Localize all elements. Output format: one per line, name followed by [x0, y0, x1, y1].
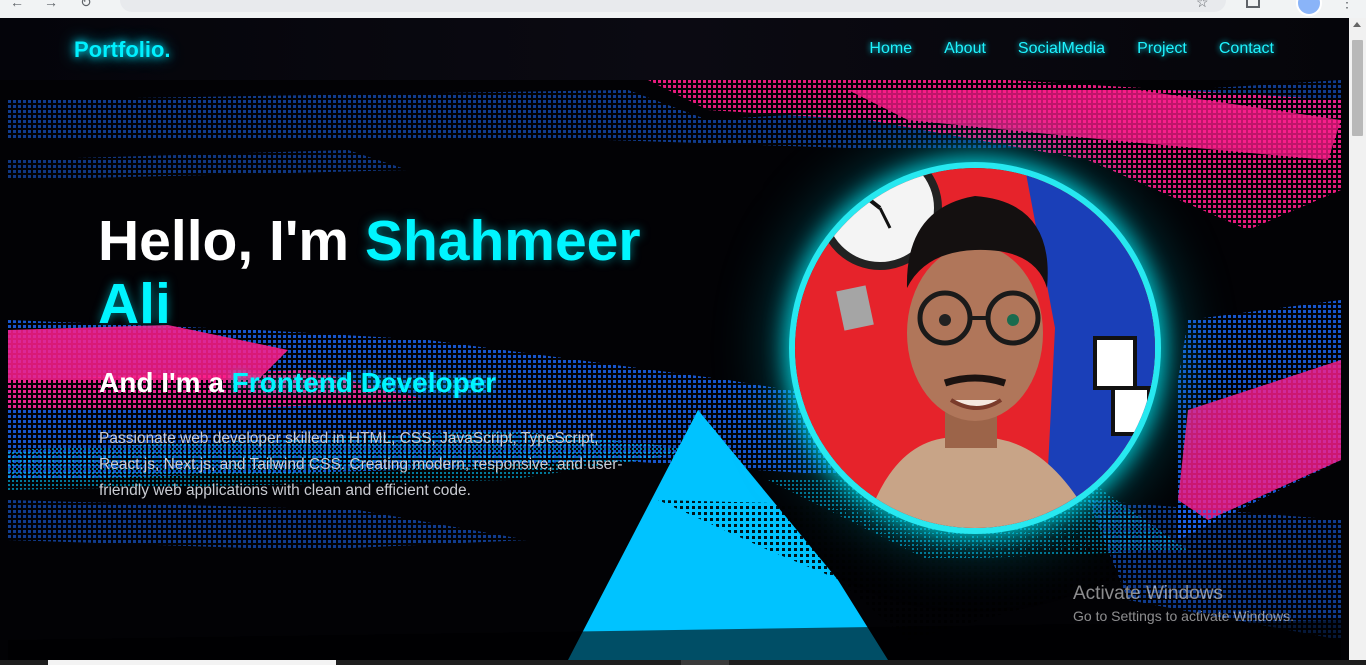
- profile-photo-illustration: [795, 168, 1155, 528]
- profile-photo: [795, 168, 1155, 528]
- hero-title-prefix: Hello, I'm: [98, 209, 365, 273]
- activate-windows-watermark: Activate Windows Go to Settings to activ…: [1073, 583, 1294, 624]
- vertical-scrollbar[interactable]: [1349, 18, 1366, 660]
- page-viewport: Portfolio. Home About SocialMedia Projec…: [0, 18, 1349, 660]
- nav-link-contact[interactable]: Contact: [1219, 40, 1274, 58]
- address-bar[interactable]: [120, 0, 1226, 12]
- menu-icon[interactable]: ⋮: [1340, 0, 1354, 11]
- nav-link-about[interactable]: About: [944, 40, 986, 58]
- hero-subtitle: And I'm a Frontend Developer: [99, 367, 496, 399]
- taskbar-item[interactable]: [48, 660, 336, 665]
- browser-toolbar: ← → ↻ ☆ ⋮: [0, 0, 1366, 19]
- watermark-title: Activate Windows: [1073, 583, 1223, 604]
- hero-role: Frontend Developer: [231, 367, 497, 398]
- nav-link-home[interactable]: Home: [869, 40, 912, 58]
- watermark-subtitle: Go to Settings to activate Windows.: [1073, 608, 1294, 624]
- scroll-up-arrow-icon[interactable]: [1353, 22, 1361, 27]
- taskbar-item[interactable]: [681, 660, 729, 665]
- hero-description: Passionate web developer skilled in HTML…: [99, 430, 623, 499]
- taskbar-strip: [0, 660, 1366, 665]
- back-arrow-icon[interactable]: ←: [10, 0, 24, 10]
- nav-link-socialmedia[interactable]: SocialMedia: [1018, 40, 1105, 58]
- navbar: Portfolio. Home About SocialMedia Projec…: [0, 18, 1349, 80]
- nav-link-project[interactable]: Project: [1137, 40, 1187, 58]
- tab-search-icon[interactable]: [1246, 0, 1260, 8]
- scroll-thumb[interactable]: [1352, 40, 1363, 136]
- brand-logo[interactable]: Portfolio.: [74, 37, 171, 63]
- reload-icon[interactable]: ↻: [80, 0, 92, 11]
- forward-arrow-icon[interactable]: →: [44, 0, 58, 10]
- hero-title: Hello, I'm Shahmeer Ali: [98, 210, 698, 336]
- bookmark-star-icon[interactable]: ☆: [1196, 0, 1209, 11]
- profile-icon[interactable]: [1296, 0, 1322, 16]
- hero-subtitle-prefix: And I'm a: [99, 367, 232, 398]
- nav-links: Home About SocialMedia Project Contact: [869, 40, 1274, 58]
